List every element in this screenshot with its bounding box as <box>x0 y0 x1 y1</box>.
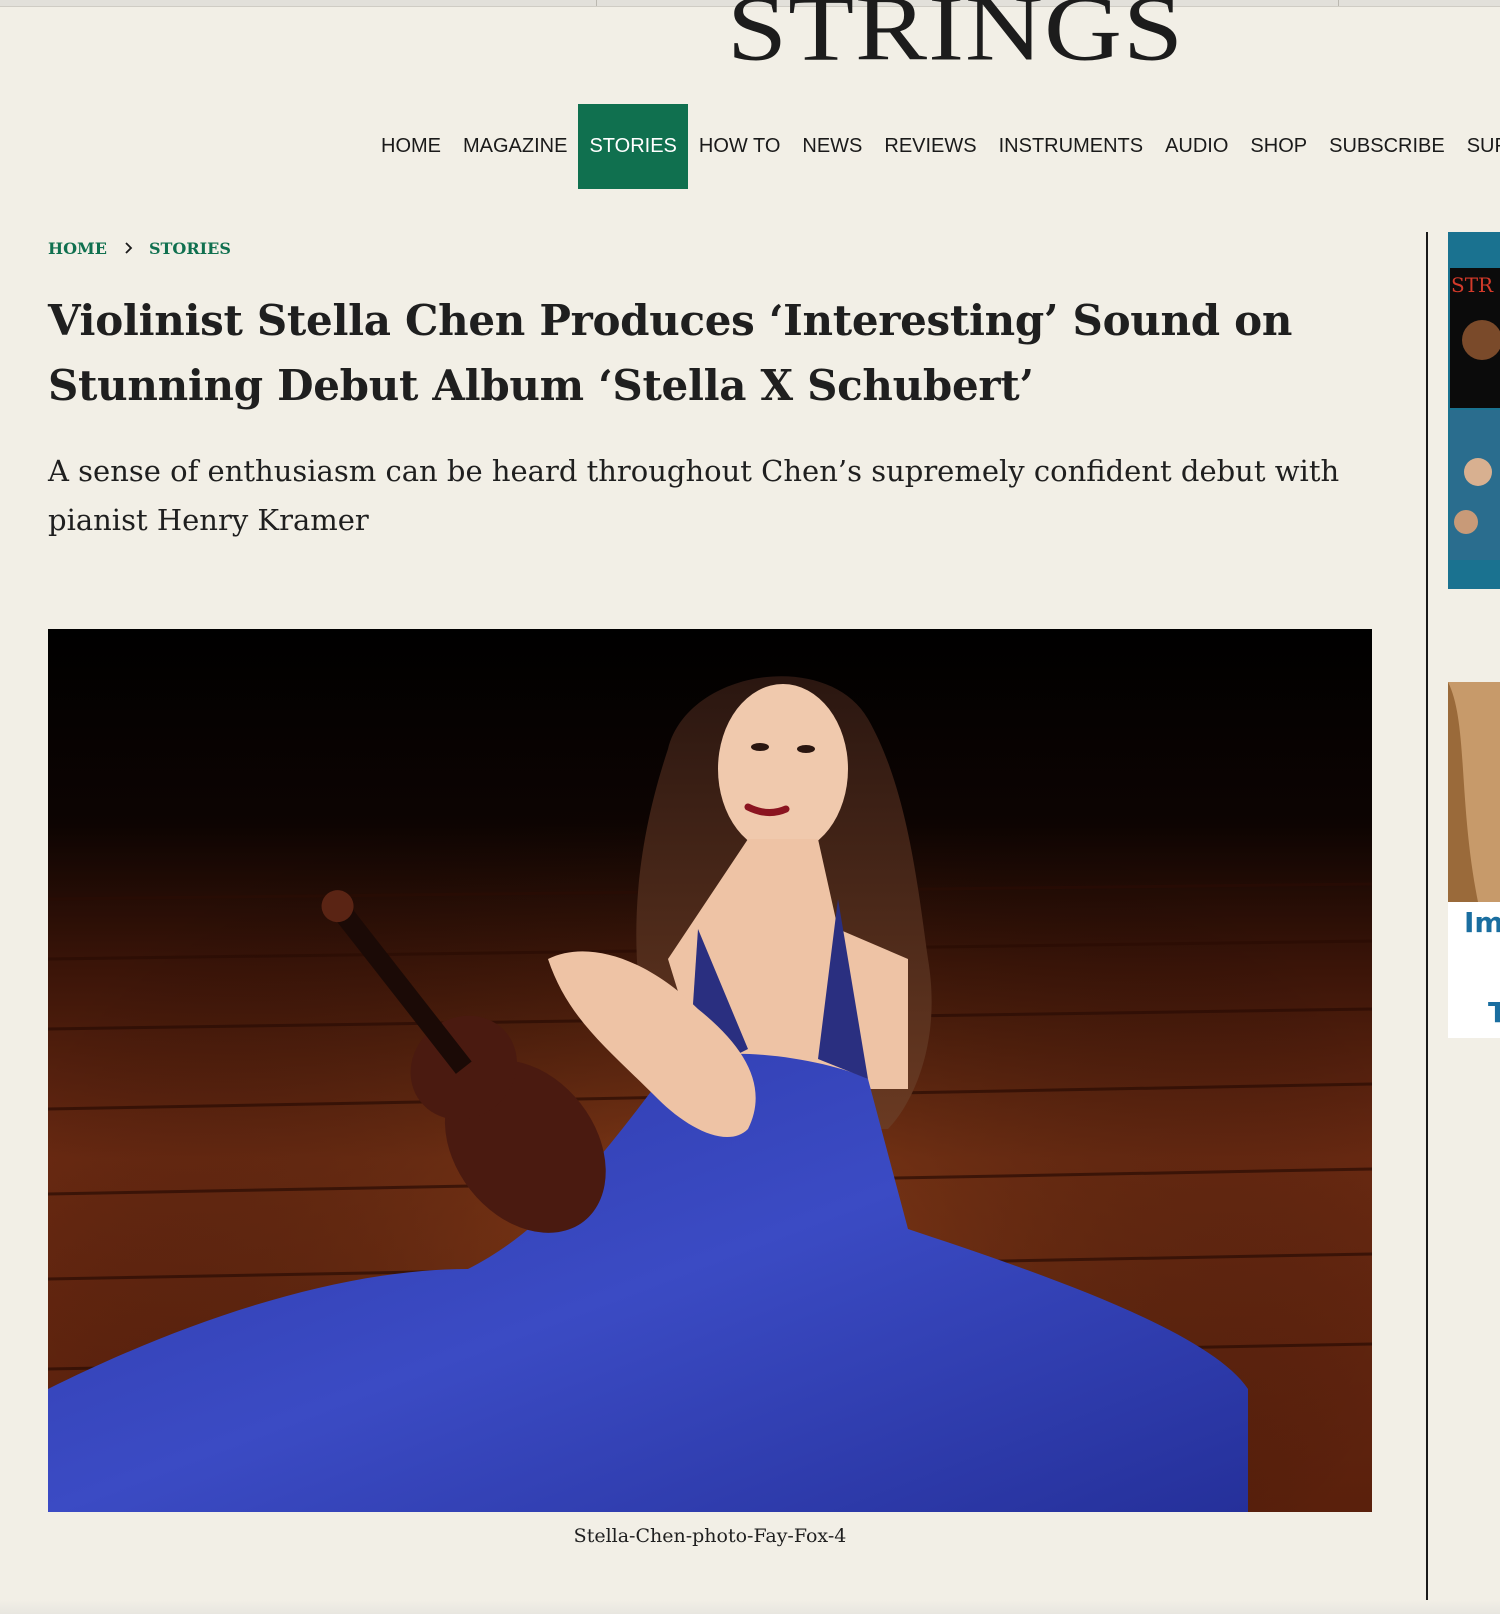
nav-item-reviews[interactable]: REVIEWS <box>873 104 987 189</box>
sidebar-ad-promo[interactable]: Im T <box>1448 682 1500 1038</box>
sidebar-divider <box>1426 232 1428 1614</box>
nav-item-subscribe[interactable]: SUBSCRIBE <box>1318 104 1456 189</box>
nav-item-stories[interactable]: STORIES <box>578 104 688 189</box>
nav-item-support[interactable]: SUP <box>1456 104 1500 189</box>
strip-divider <box>1338 0 1339 6</box>
site-logo[interactable]: STRINGS <box>727 0 1207 77</box>
nav-item-magazine[interactable]: MAGAZINE <box>452 104 578 189</box>
ad2-headline-text: Im <box>1464 906 1500 939</box>
main-nav: HOME MAGAZINE STORIES HOW TO NEWS REVIEW… <box>370 104 1500 189</box>
nav-item-news[interactable]: NEWS <box>791 104 873 189</box>
ad2-subtext: T <box>1488 996 1500 1029</box>
image-caption: Stella-Chen-photo-Fay-Fox-4 <box>573 1525 847 1547</box>
breadcrumb-home-link[interactable]: HOME <box>48 239 107 258</box>
promo-ad-image: Im T <box>1448 682 1500 1038</box>
nav-item-home[interactable]: HOME <box>370 104 452 189</box>
nav-item-audio[interactable]: AUDIO <box>1154 104 1239 189</box>
strip-divider <box>596 0 597 6</box>
nav-item-how-to[interactable]: HOW TO <box>688 104 791 189</box>
breadcrumb-stories-link[interactable]: STORIES <box>149 239 231 258</box>
magazine-covers-image: STR <box>1448 232 1500 589</box>
chevron-right-icon <box>125 242 133 254</box>
bottom-edge <box>0 1600 1500 1614</box>
breadcrumb: HOME STORIES <box>48 237 231 259</box>
ad1-cover-text: STR <box>1451 273 1494 297</box>
violinist-photo <box>48 629 1372 1512</box>
nav-item-shop[interactable]: SHOP <box>1239 104 1318 189</box>
article-title: Violinist Stella Chen Produces ‘Interest… <box>48 296 1293 410</box>
article-subtitle: A sense of enthusiasm can be heard throu… <box>48 454 1340 537</box>
hero-image <box>48 629 1372 1512</box>
sidebar-ad-magazine-covers[interactable]: STR <box>1448 232 1500 589</box>
nav-item-instruments[interactable]: INSTRUMENTS <box>988 104 1154 189</box>
